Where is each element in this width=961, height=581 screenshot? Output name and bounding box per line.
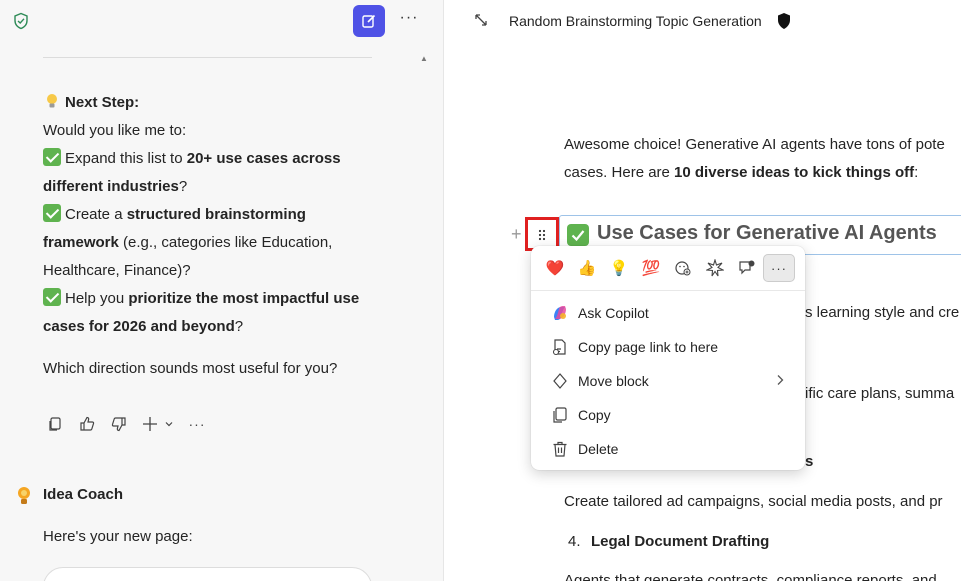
reaction-hundred[interactable]: 💯	[635, 254, 667, 282]
page-title: Random Brainstorming Topic Generation	[509, 13, 762, 29]
option-item: Create a structured brainstorming framew…	[43, 204, 333, 279]
compose-icon	[362, 14, 376, 28]
menu-item-delete[interactable]: Delete	[531, 432, 805, 466]
plus-icon	[143, 417, 157, 431]
shield-badge-icon	[778, 13, 790, 29]
chat-pane: ··· ▲ Next Step: Would you like me to: E…	[0, 0, 444, 581]
shield-icon	[14, 12, 28, 30]
checkmark-icon	[43, 288, 61, 306]
intro-paragraph: Awesome choice! Generative AI agents hav…	[564, 136, 945, 181]
drag-handle-icon	[538, 229, 546, 241]
body-text: Create tailored ad campaigns, social med…	[564, 493, 943, 510]
body-text: ific care plans, summa	[805, 385, 955, 402]
trash-icon	[551, 440, 569, 458]
menu-item-copy[interactable]: Copy	[531, 398, 805, 432]
checkmark-icon	[567, 224, 589, 246]
thumbs-down-icon	[111, 417, 126, 432]
chat-message: Next Step: Would you like me to: Expand …	[43, 89, 373, 383]
reaction-thumbs-up[interactable]: 👍	[571, 254, 603, 282]
add-reaction-icon	[675, 261, 691, 276]
page-card[interactable]	[43, 567, 372, 581]
menu-item-move-block[interactable]: Move block	[531, 364, 805, 398]
move-icon	[551, 372, 569, 390]
option-item: Help you prioritize the most impactful u…	[43, 288, 360, 335]
comment-icon	[739, 260, 755, 275]
checkmark-icon	[43, 148, 61, 166]
chevron-down-icon	[165, 422, 173, 427]
menu-item-copy-link[interactable]: Copy page link to here	[531, 330, 805, 364]
divider	[43, 57, 372, 58]
reaction-add[interactable]	[667, 254, 699, 282]
body-text: s learning style and cre	[805, 304, 960, 321]
message-actions: ···	[45, 414, 207, 434]
reaction-comment[interactable]	[731, 254, 763, 282]
idea-coach-icon	[18, 487, 30, 504]
more-actions-button[interactable]: ···	[187, 414, 207, 434]
like-button[interactable]	[77, 414, 97, 434]
add-block-button[interactable]: +	[511, 224, 522, 245]
drag-handle[interactable]	[535, 223, 549, 247]
list-item-title: Legal Document Drafting	[591, 533, 770, 550]
option-item: Expand this list to 20+ use cases across…	[43, 148, 341, 195]
reaction-bar: ❤️ 👍 💡 💯 ···	[539, 254, 795, 282]
new-chat-button[interactable]	[353, 5, 385, 37]
dislike-button[interactable]	[109, 414, 129, 434]
list-item-number: 4.	[568, 533, 581, 550]
agent-name: Idea Coach	[43, 486, 124, 503]
reaction-heart[interactable]: ❤️	[539, 254, 571, 282]
copy-button[interactable]	[45, 414, 65, 434]
body-text: s	[805, 453, 814, 470]
reaction-spark[interactable]	[699, 254, 731, 282]
body-text: Agents that generate contracts, complian…	[564, 572, 937, 581]
expand-icon[interactable]	[473, 12, 489, 28]
agent-message: Here's your new page:	[43, 528, 193, 545]
copy-icon	[551, 406, 569, 424]
next-step-heading: Next Step:	[65, 94, 140, 111]
menu-item-ask-copilot[interactable]: Ask Copilot	[531, 296, 805, 330]
closing-question: Which direction sounds most useful for y…	[43, 360, 338, 377]
more-reactions-button[interactable]: ···	[763, 254, 795, 282]
menu-divider	[531, 290, 805, 291]
copy-icon	[49, 417, 61, 431]
add-to-page-button[interactable]	[141, 414, 175, 434]
reaction-lightbulb[interactable]: 💡	[603, 254, 635, 282]
next-step-line: Next Step:	[43, 89, 373, 117]
checkmark-icon	[43, 204, 61, 222]
spark-icon	[706, 259, 724, 277]
scroll-up-arrow[interactable]: ▲	[420, 54, 428, 63]
block-context-menu: ❤️ 👍 💡 💯 ··· Ask Copilot Copy page link …	[531, 246, 805, 470]
copilot-icon	[551, 304, 569, 322]
question-line: Would you like me to:	[43, 122, 187, 139]
block-heading: Use Cases for Generative AI Agents	[597, 222, 937, 244]
more-options-button[interactable]: ···	[398, 8, 420, 32]
lightbulb-icon	[47, 94, 57, 108]
link-icon	[551, 338, 569, 356]
thumbs-up-icon	[80, 416, 95, 431]
chevron-right-icon	[775, 373, 785, 389]
